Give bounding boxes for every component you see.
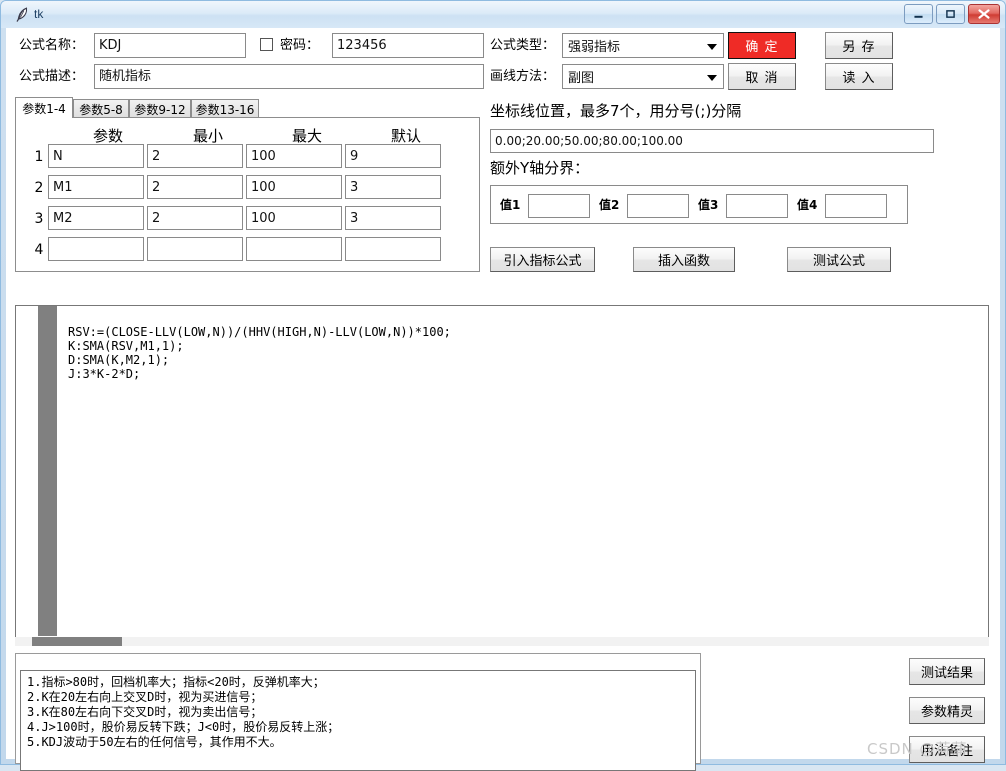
insert-function-button[interactable]: 插入函数 xyxy=(633,247,735,272)
draw-method-select[interactable]: 副图 xyxy=(562,64,724,89)
row-number: 2 xyxy=(34,180,44,196)
value4-label: 值4 xyxy=(797,198,818,212)
column-header-param: 参数 xyxy=(92,127,123,145)
param-name-input[interactable]: N xyxy=(48,144,144,168)
formula-name-input[interactable]: KDJ xyxy=(94,33,246,58)
editor-horizontal-scrollbar[interactable] xyxy=(15,637,989,646)
value1-input[interactable] xyxy=(528,194,590,218)
formula-desc-input[interactable]: 随机指标 xyxy=(94,64,484,89)
param-name-input[interactable]: M1 xyxy=(48,175,144,199)
value4-input[interactable] xyxy=(825,194,887,218)
test-result-button[interactable]: 测试结果 xyxy=(909,658,985,685)
value2-input[interactable] xyxy=(627,194,689,218)
password-label: 密码： xyxy=(280,38,320,53)
editor-scrollbar-thumb[interactable] xyxy=(32,637,122,646)
value3-label: 值3 xyxy=(698,198,719,212)
minimize-button[interactable] xyxy=(904,4,933,24)
param-default-input[interactable] xyxy=(345,237,441,261)
formula-code-text: RSV:=(CLOSE-LLV(LOW,N))/(HHV(HIGH,N)-LLV… xyxy=(68,325,451,381)
column-header-min: 最小 xyxy=(192,127,223,145)
param-wizard-button[interactable]: 参数精灵 xyxy=(909,697,985,724)
watermark: CSDN @荷蒲 xyxy=(867,740,968,758)
chevron-down-icon xyxy=(707,43,717,50)
formula-desc-label: 公式描述： xyxy=(19,69,85,84)
test-formula-button[interactable]: 测试公式 xyxy=(787,247,891,272)
password-input[interactable]: 123456 xyxy=(332,33,484,58)
value3-input[interactable] xyxy=(726,194,788,218)
formula-name-label: 公式名称： xyxy=(19,38,85,53)
param-name-input[interactable] xyxy=(48,237,144,261)
param-min-input[interactable] xyxy=(147,237,243,261)
param-min-input[interactable]: 2 xyxy=(147,144,243,168)
maximize-button[interactable] xyxy=(936,4,965,24)
param-min-input[interactable]: 2 xyxy=(147,175,243,199)
value1-label: 值1 xyxy=(500,198,521,212)
coord-line-label: 坐标线位置，最多7个，用分号(;)分隔 xyxy=(490,102,742,120)
extra-y-axis-label: 额外Y轴分界： xyxy=(490,159,590,177)
parameter-grid: 参数 最小 最大 默认 1 N 2 100 9 2 M1 2 100 3 3 M… xyxy=(15,117,480,272)
password-checkbox[interactable] xyxy=(260,38,273,51)
row-number: 4 xyxy=(34,242,44,258)
formula-type-select[interactable]: 强弱指标 xyxy=(562,33,724,58)
param-name-input[interactable]: M2 xyxy=(48,206,144,230)
confirm-button[interactable]: 确 定 xyxy=(728,32,796,59)
extra-y-value-group: 值1 值2 值3 值4 xyxy=(490,185,908,224)
parameter-tab-panel: 参数1-4 参数5-8 参数9-12 参数13-16 参数 最小 最大 默认 1… xyxy=(15,97,480,272)
param-max-input[interactable]: 100 xyxy=(246,206,342,230)
param-max-input[interactable]: 100 xyxy=(246,175,342,199)
close-button[interactable] xyxy=(968,4,1000,24)
load-button[interactable]: 读 入 xyxy=(825,63,893,90)
feather-icon xyxy=(14,6,32,24)
title-bar: tk xyxy=(1,1,1005,28)
window-title: tk xyxy=(34,7,44,21)
param-default-input[interactable]: 9 xyxy=(345,144,441,168)
tab-params-13-16[interactable]: 参数13-16 xyxy=(191,99,259,118)
param-max-input[interactable] xyxy=(246,237,342,261)
column-header-max: 最大 xyxy=(291,127,322,145)
row-number: 1 xyxy=(34,149,44,165)
draw-method-value: 副图 xyxy=(568,71,595,86)
formula-code-editor[interactable]: RSV:=(CLOSE-LLV(LOW,N))/(HHV(HIGH,N)-LLV… xyxy=(15,305,989,643)
client-area: 公式名称： KDJ 密码： 123456 公式类型： 强弱指标 确 定 另 存 … xyxy=(6,28,1000,771)
param-default-input[interactable]: 3 xyxy=(345,175,441,199)
editor-gutter xyxy=(38,306,57,636)
value2-label: 值2 xyxy=(599,198,620,212)
param-min-input[interactable]: 2 xyxy=(147,206,243,230)
tab-params-9-12[interactable]: 参数9-12 xyxy=(129,99,191,118)
draw-method-label: 画线方法： xyxy=(490,69,556,84)
application-window: tk 公式名称： KDJ 密码： 123456 公式类型： 强弱指标 确 定 另… xyxy=(0,0,1006,771)
tab-params-5-8[interactable]: 参数5-8 xyxy=(73,99,129,118)
column-header-default: 默认 xyxy=(390,127,421,145)
param-max-input[interactable]: 100 xyxy=(246,144,342,168)
formula-type-value: 强弱指标 xyxy=(568,40,621,55)
import-formula-button[interactable]: 引入指标公式 xyxy=(490,247,595,272)
cancel-button[interactable]: 取 消 xyxy=(728,63,796,90)
description-text[interactable]: 1.指标>80时，回档机率大；指标<20时，反弹机率大； 2.K在20左右向上交… xyxy=(20,670,696,771)
param-default-input[interactable]: 3 xyxy=(345,206,441,230)
coord-line-input[interactable]: 0.00;20.00;50.00;80.00;100.00 xyxy=(490,129,934,153)
formula-type-label: 公式类型： xyxy=(490,38,556,53)
chevron-down-icon xyxy=(707,74,717,81)
row-number: 3 xyxy=(34,211,44,227)
tab-params-1-4[interactable]: 参数1-4 xyxy=(15,97,73,118)
save-as-button[interactable]: 另 存 xyxy=(825,32,893,59)
